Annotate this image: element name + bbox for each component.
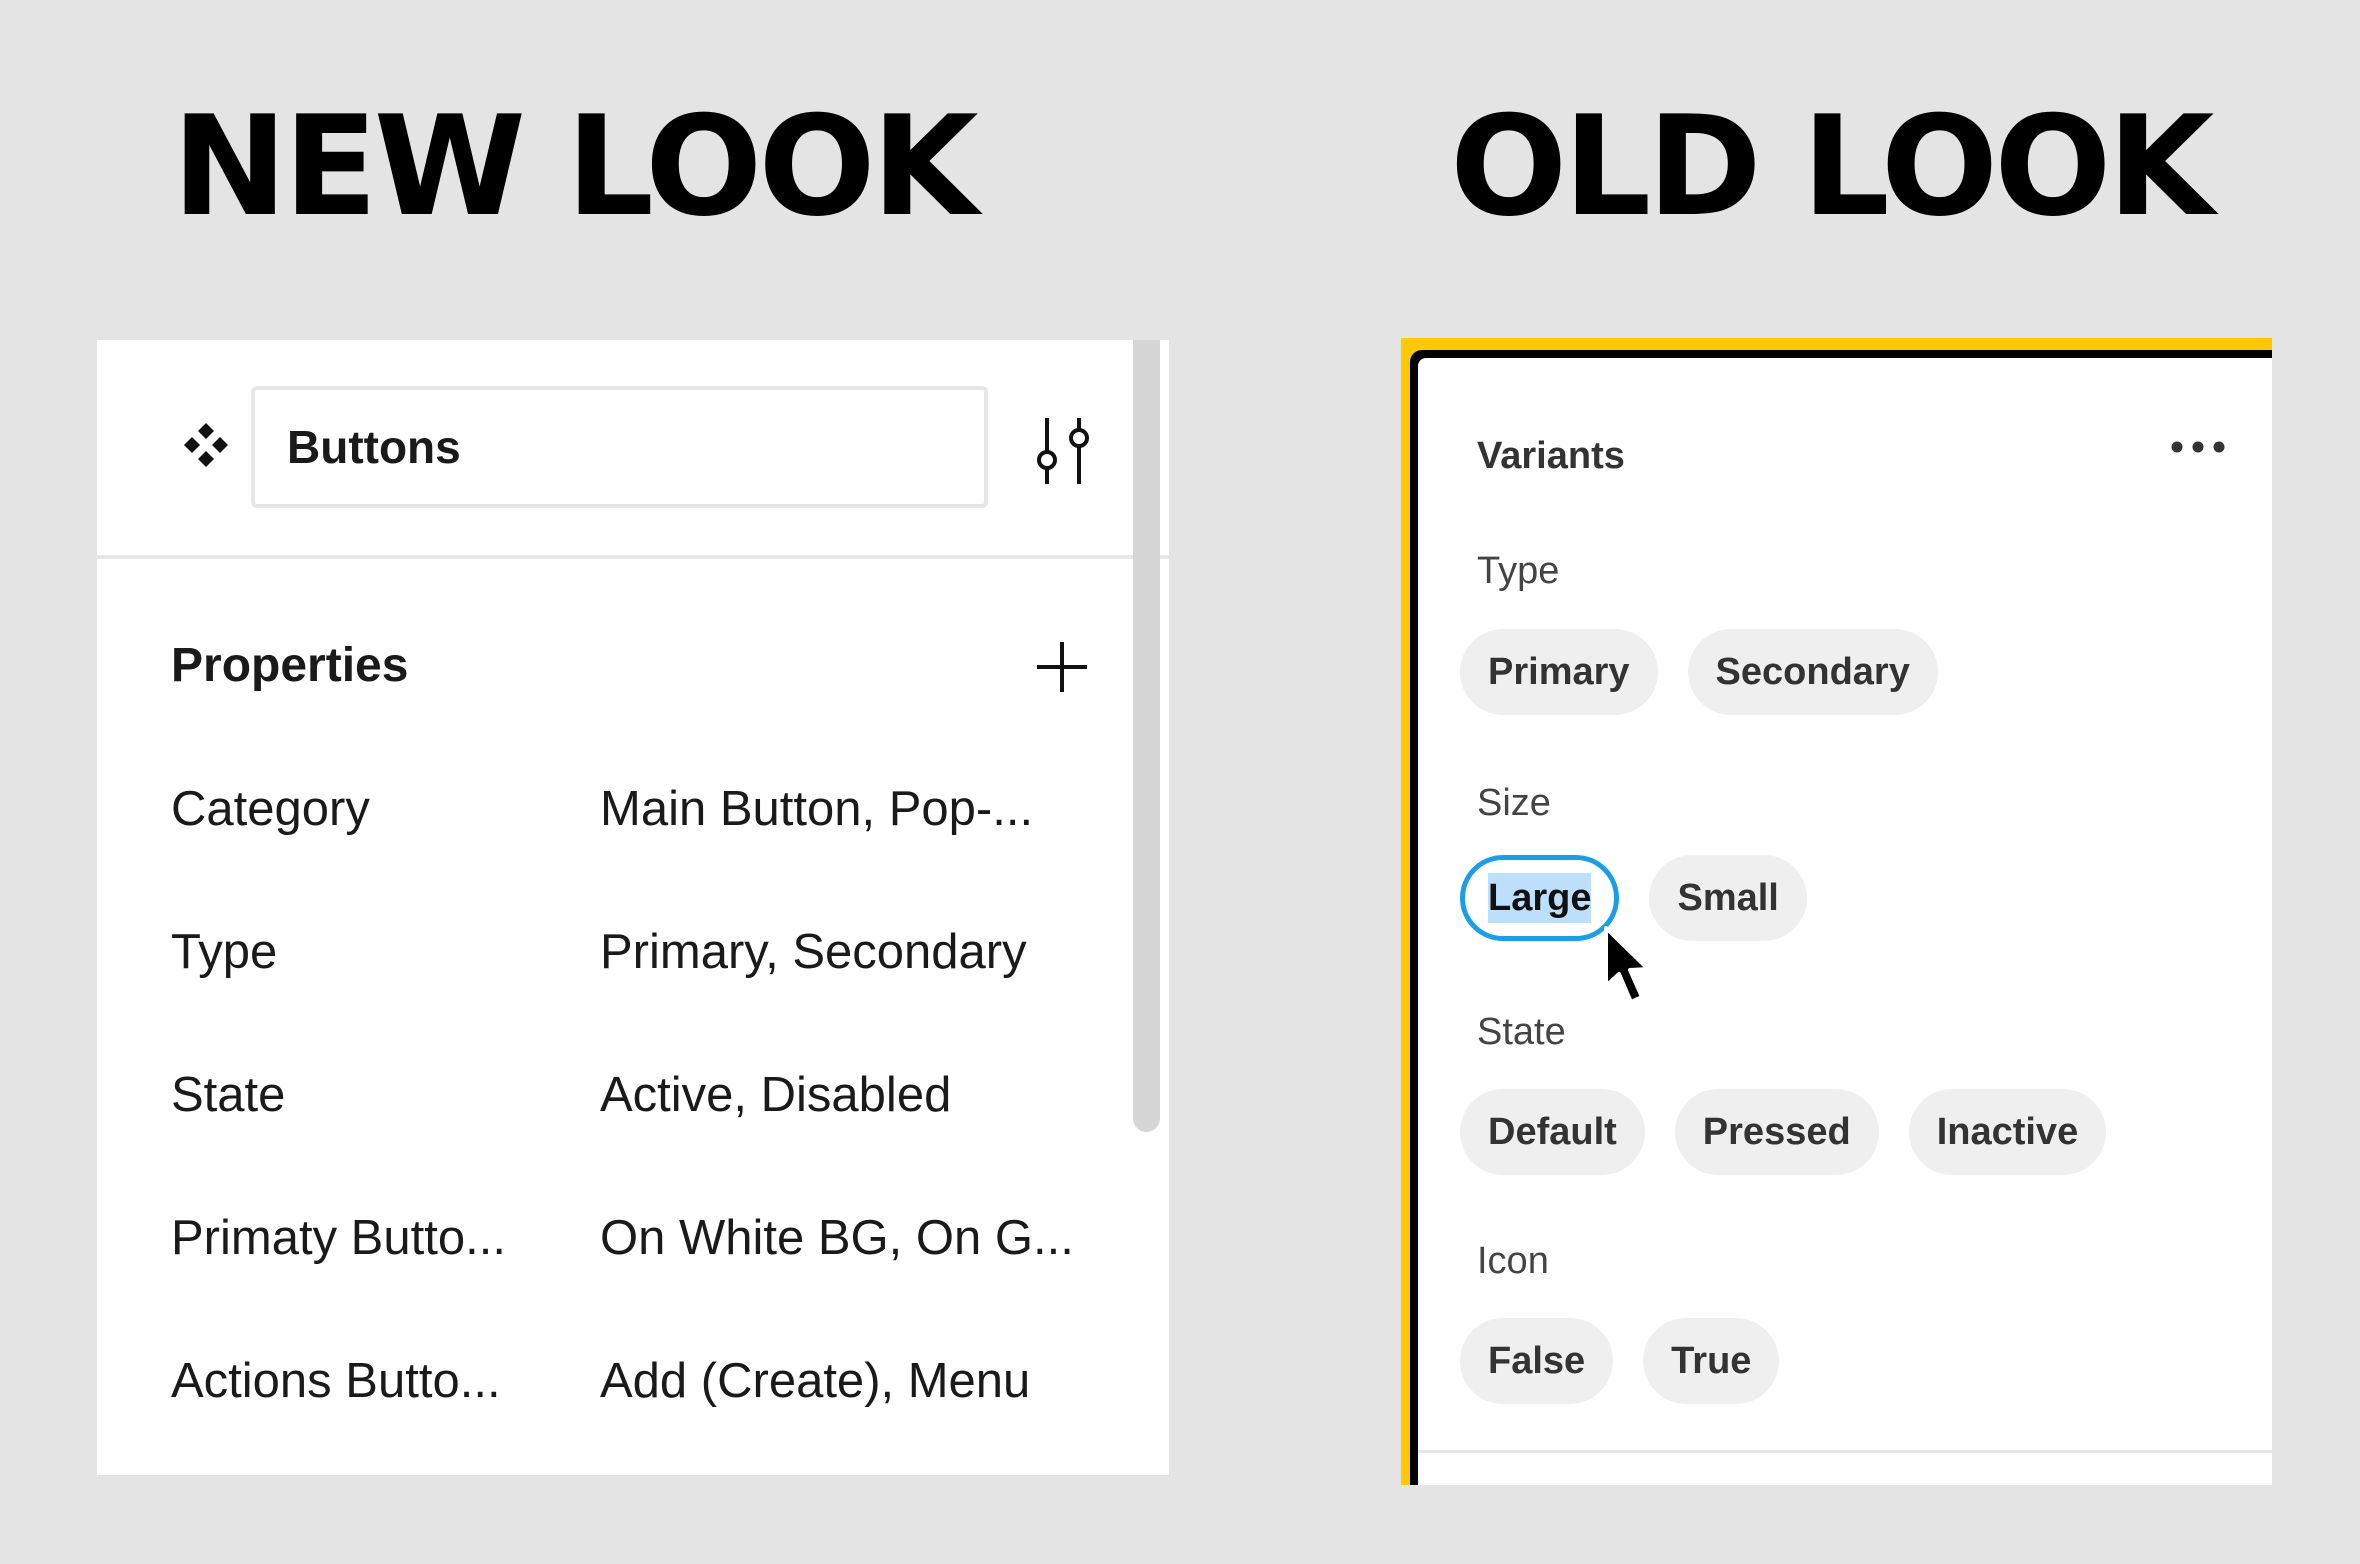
- variant-options-state: Default Pressed Inactive: [1460, 1089, 2107, 1175]
- property-row[interactable]: Actions Butto... Add (Create), Menu: [97, 1351, 1127, 1451]
- header-divider: [97, 555, 1169, 559]
- property-row[interactable]: State Active, Disabled: [97, 1065, 1127, 1165]
- variant-chip-true[interactable]: True: [1643, 1318, 1780, 1404]
- property-value: On White BG, On G...: [600, 1211, 1074, 1265]
- property-label: Category: [171, 782, 370, 836]
- variant-options-size: Large Small: [1460, 855, 1807, 941]
- component-set-icon: [184, 423, 228, 467]
- property-label: Type: [171, 925, 278, 979]
- scrollbar-thumb[interactable]: [1133, 340, 1160, 1132]
- variant-section-label-icon: Icon: [1477, 1240, 1549, 1282]
- variants-title: Variants: [1477, 435, 1625, 477]
- component-name-input[interactable]: [251, 386, 988, 508]
- old-look-variants-panel: Variants Type Primary Secondary Size Lar…: [1418, 358, 2272, 1485]
- property-value: Primary, Secondary: [600, 925, 1027, 979]
- variant-section-label-type: Type: [1477, 550, 1560, 592]
- variant-section-label-state: State: [1477, 1011, 1566, 1053]
- variant-options-type: Primary Secondary: [1460, 629, 1938, 715]
- property-row[interactable]: Primaty Butto... On White BG, On G...: [97, 1208, 1127, 1308]
- variant-chip-small[interactable]: Small: [1649, 855, 1807, 941]
- new-look-heading: NEW LOOK: [172, 86, 979, 247]
- section-divider: [1418, 1450, 2272, 1453]
- property-value: Main Button, Pop-...: [600, 782, 1034, 836]
- variant-chip-primary[interactable]: Primary: [1460, 629, 1658, 715]
- variant-options-icon: False True: [1460, 1318, 1780, 1404]
- property-label: State: [171, 1068, 286, 1122]
- old-look-highlight-frame: Variants Type Primary Secondary Size Lar…: [1401, 338, 2272, 1485]
- property-row[interactable]: Type Primary, Secondary: [97, 922, 1127, 1022]
- property-label: Primaty Butto...: [171, 1211, 506, 1265]
- variant-chip-inactive[interactable]: Inactive: [1908, 1089, 2107, 1175]
- variant-section-label-size: Size: [1477, 782, 1551, 824]
- variant-chip-secondary[interactable]: Secondary: [1687, 629, 1938, 715]
- old-look-heading: OLD LOOK: [1450, 86, 2214, 247]
- variant-chip-large[interactable]: Large: [1460, 855, 1620, 941]
- new-look-properties-panel: Properties Category Main Button, Pop-...…: [97, 340, 1169, 1475]
- variant-chip-default[interactable]: Default: [1460, 1089, 1645, 1175]
- property-value: Active, Disabled: [600, 1068, 952, 1122]
- properties-title: Properties: [171, 639, 409, 692]
- more-horizontal-icon[interactable]: [2168, 432, 2228, 462]
- adjust-sliders-icon[interactable]: [1029, 414, 1095, 484]
- property-label: Actions Butto...: [171, 1354, 501, 1408]
- property-row[interactable]: Category Main Button, Pop-...: [97, 779, 1127, 879]
- property-value: Add (Create), Menu: [600, 1354, 1031, 1408]
- add-property-icon[interactable]: [1035, 640, 1089, 694]
- variant-chip-false[interactable]: False: [1460, 1318, 1614, 1404]
- variant-chip-pressed[interactable]: Pressed: [1674, 1089, 1879, 1175]
